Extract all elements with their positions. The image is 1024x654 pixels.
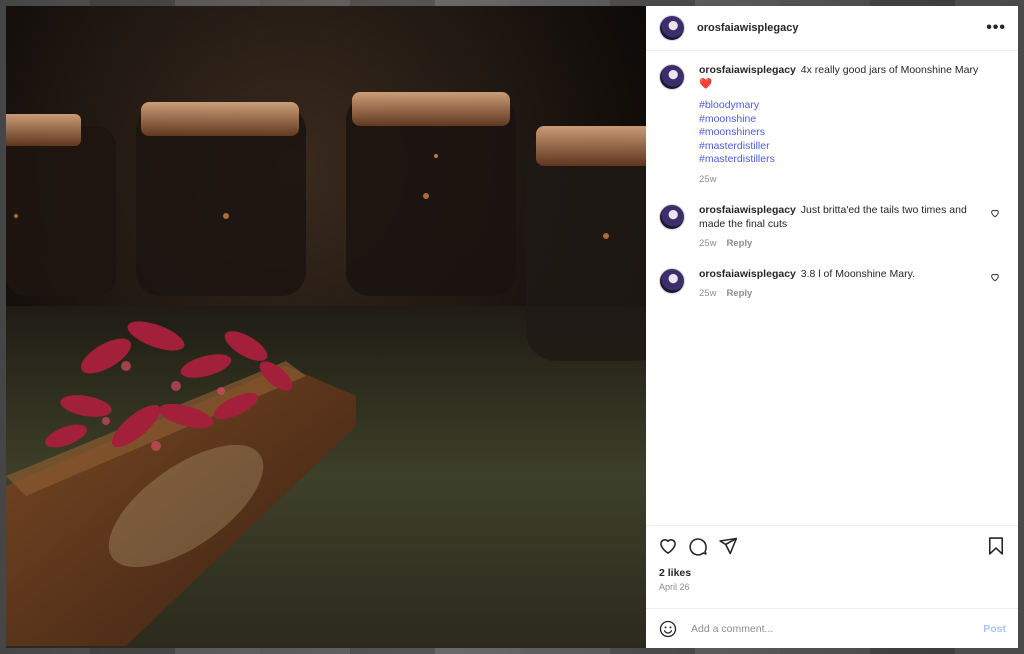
reply-button[interactable]: Reply (726, 237, 752, 251)
post-comment-button[interactable]: Post (983, 623, 1006, 635)
add-comment-bar: Post (646, 608, 1018, 648)
hashtag-link[interactable]: #masterdistiller (699, 140, 988, 154)
comment-username[interactable]: orosfaiawisplegacy (699, 64, 796, 76)
comment-body: orosfaiawisplegacy Just britta'ed the ta… (699, 203, 1006, 251)
likes-count[interactable]: 2 likes (646, 565, 1018, 579)
comment-avatar[interactable] (659, 203, 685, 230)
comment-time[interactable]: 25w (699, 237, 716, 251)
author-username[interactable]: orosfaiawisplegacy (697, 22, 986, 34)
comment-avatar[interactable] (659, 64, 685, 90)
comment-body: orosfaiawisplegacy 3.8 l of Moonshine Ma… (699, 267, 1006, 301)
comment-meta: 25w Reply (699, 237, 988, 251)
comment-meta: 25w Reply (699, 287, 988, 301)
comment-time[interactable]: 25w (699, 173, 716, 187)
caption-comment: orosfaiawisplegacy 4x really good jars o… (659, 63, 1006, 187)
hashtag-list: #bloodymary #moonshine #moonshiners #mas… (699, 99, 988, 167)
post-photo[interactable] (6, 6, 646, 648)
comment-text: 4x really good jars of Moonshine Mary (800, 64, 979, 76)
comment-item: orosfaiawisplegacy 3.8 l of Moonshine Ma… (659, 267, 1006, 301)
heart-icon[interactable] (658, 536, 678, 556)
emoji-icon[interactable] (659, 620, 677, 638)
hashtag-link[interactable]: #bloodymary (699, 99, 988, 113)
post-details-panel: orosfaiawisplegacy ••• orosfaiawisplegac… (646, 6, 1018, 648)
bookmark-icon[interactable] (986, 536, 1006, 556)
comment-item: orosfaiawisplegacy Just britta'ed the ta… (659, 203, 1006, 251)
comment-avatar[interactable] (659, 267, 685, 294)
heart-emoji: ❤️ (699, 78, 713, 90)
hashtag-link[interactable]: #masterdistillers (699, 153, 988, 167)
author-avatar[interactable] (659, 15, 685, 41)
comments-list: orosfaiawisplegacy 4x really good jars o… (646, 51, 1018, 525)
share-icon[interactable] (718, 536, 738, 556)
comment-icon[interactable] (688, 536, 708, 556)
like-comment-heart-icon[interactable] (990, 272, 1000, 282)
like-comment-heart-icon[interactable] (990, 208, 1000, 218)
reply-button[interactable]: Reply (726, 287, 752, 301)
post-actions-bar (646, 525, 1018, 565)
more-horizontal-icon[interactable]: ••• (986, 20, 1006, 36)
comment-text: 3.8 l of Moonshine Mary. (800, 267, 915, 280)
hashtag-link[interactable]: #moonshine (699, 113, 988, 127)
comment-input[interactable] (689, 621, 984, 636)
hashtag-link[interactable]: #moonshiners (699, 126, 988, 140)
post-date[interactable]: April 26 (646, 579, 1018, 608)
comment-username[interactable]: orosfaiawisplegacy (699, 204, 796, 216)
comment-time[interactable]: 25w (699, 287, 716, 301)
comment-meta: 25w (699, 173, 988, 187)
post-photo-image (6, 6, 646, 648)
comment-username[interactable]: orosfaiawisplegacy (699, 268, 796, 280)
comment-body: orosfaiawisplegacy 4x really good jars o… (699, 63, 1006, 187)
post-header: orosfaiawisplegacy ••• (646, 6, 1018, 51)
